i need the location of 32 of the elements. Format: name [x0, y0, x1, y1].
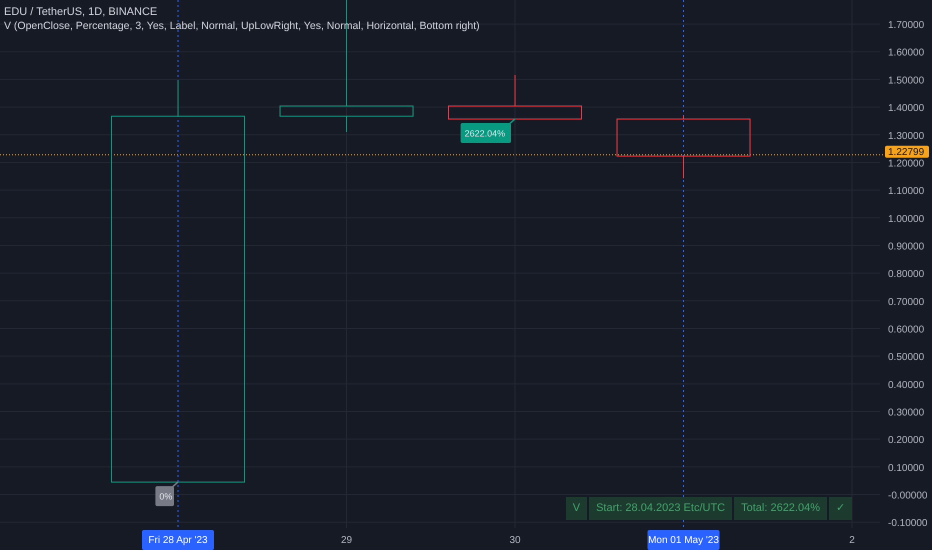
status-cell: Start: 28.04.2023 Etc/UTC [589, 497, 732, 520]
symbol-title: EDU / TetherUS, 1D, BINANCE [4, 5, 158, 19]
status-cell: V [566, 497, 588, 520]
time-axis-label: Mon 01 May '23 [648, 530, 720, 550]
price-axis-label: 1.20000 [888, 158, 924, 170]
price-axis-label: 1.40000 [888, 103, 924, 114]
price-axis-label: 1.30000 [888, 130, 924, 142]
price-axis-label: 0.10000 [888, 462, 924, 474]
price-axis-label: 1.50000 [888, 75, 924, 86]
price-axis-label: 1.60000 [888, 48, 924, 59]
price-axis-label: 0.30000 [888, 408, 924, 418]
price-axis-label: 1.70000 [888, 20, 924, 32]
price-axis-label: 0.50000 [888, 352, 924, 364]
price-axis-label: 0.70000 [888, 296, 924, 308]
price-axis-label: 0.40000 [888, 380, 924, 391]
percent-label: 0% [155, 482, 178, 506]
time-axis-label: 2 [849, 535, 855, 546]
price-tag: 1.22799 [885, 146, 929, 158]
price-axis-label: 0.20000 [888, 435, 924, 446]
status-cell: Total: 2622.04% [734, 497, 827, 520]
price-axis-label: 0.60000 [888, 324, 924, 336]
time-axis-label: 30 [509, 535, 521, 546]
time-axis-label: 29 [340, 535, 352, 546]
price-axis-label: 1.00000 [888, 214, 924, 225]
status-cell: ✓ [829, 497, 852, 520]
percent-label: 2622.04% [460, 118, 516, 143]
price-axis-label: -0.00000 [888, 490, 928, 502]
price-axis-label: 0.90000 [888, 241, 924, 252]
price-axis-label: 1.10000 [888, 186, 924, 198]
time-axis-label: Fri 28 Apr '23 [142, 530, 214, 550]
price-axis-label: -0.10000 [888, 518, 928, 530]
price-axis-label: 0.80000 [888, 269, 924, 280]
